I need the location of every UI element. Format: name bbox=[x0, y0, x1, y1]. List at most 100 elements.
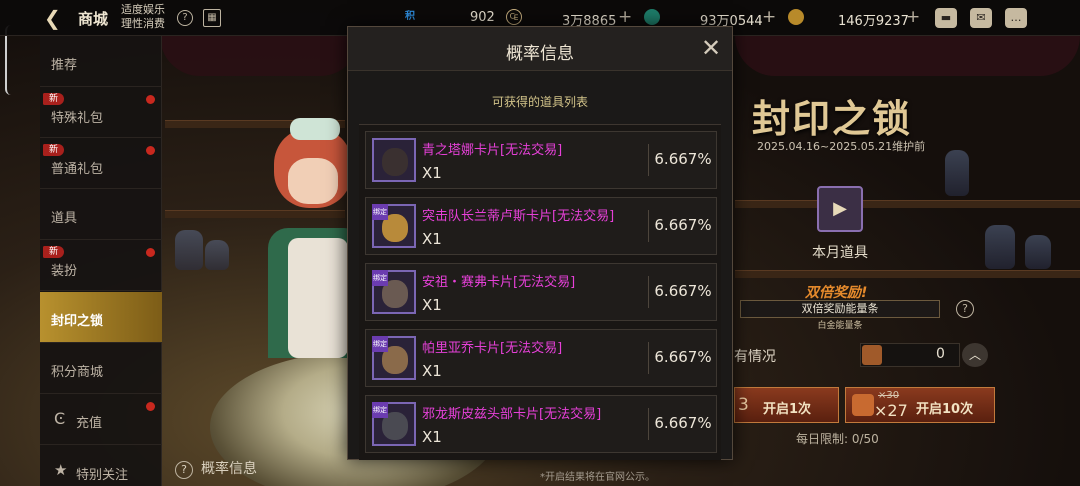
sidebar-item-items[interactable]: 道具 bbox=[40, 189, 162, 240]
question-icon: ? bbox=[175, 461, 193, 479]
card-icon bbox=[372, 138, 416, 182]
list-item[interactable]: 绑定 突击队长兰蒂卢斯卡片[无法交易] X1 6.667% bbox=[365, 197, 717, 255]
sidebar-item-avatar[interactable]: 新 装扮 bbox=[40, 240, 162, 291]
star-icon: ★ bbox=[54, 461, 68, 479]
sidebar-item-points-shop[interactable]: 积分商城 bbox=[40, 343, 162, 394]
gem-icon bbox=[644, 9, 660, 25]
add-coin-button[interactable]: + bbox=[906, 7, 920, 27]
daily-limit: 每日限制: 0/50 bbox=[796, 432, 879, 446]
portrait-icon bbox=[382, 148, 408, 176]
double-reward-title: 双倍奖励! bbox=[805, 285, 868, 301]
calendar-icon[interactable]: ▦ bbox=[203, 9, 221, 27]
add-gold-button[interactable]: + bbox=[618, 7, 632, 27]
card-icon: 绑定 bbox=[372, 270, 416, 314]
item-probability: 6.667% bbox=[654, 414, 712, 432]
chat-icon[interactable]: … bbox=[1005, 8, 1027, 28]
item-name: 帕里亚乔卡片[无法交易] bbox=[422, 341, 563, 356]
sidebar-item-normal-pack[interactable]: 新 普通礼包 bbox=[40, 138, 162, 189]
event-dates: 2025.04.16~2025.05.21维护前 bbox=[757, 140, 926, 153]
back-arrow-icon[interactable]: ❮ bbox=[44, 7, 68, 29]
status-label: 有情况 bbox=[734, 349, 776, 365]
sidebar-item-watchlist[interactable]: ★ 特别关注 bbox=[40, 445, 162, 486]
item-name: 青之塔娜卡片[无法交易] bbox=[422, 143, 563, 158]
jar bbox=[175, 230, 203, 270]
bind-tag: 绑定 bbox=[372, 402, 388, 418]
item-probability: 6.667% bbox=[654, 282, 712, 300]
carrot-icon bbox=[862, 345, 882, 365]
card-icon: 绑定 bbox=[372, 336, 416, 380]
result-footnote: *开启结果将在官网公示。 bbox=[540, 472, 655, 483]
list-item[interactable]: 青之塔娜卡片[无法交易] X1 6.667% bbox=[365, 131, 717, 189]
divider bbox=[648, 144, 649, 176]
jar bbox=[205, 240, 229, 270]
notification-dot bbox=[146, 402, 155, 411]
item-name: 邪龙斯皮兹头部卡片[无法交易] bbox=[422, 407, 602, 422]
health-notice: 适度娱乐 理性消费 bbox=[121, 3, 165, 30]
event-title: 封印之锁 bbox=[752, 96, 913, 141]
card-icon: 绑定 bbox=[372, 204, 416, 248]
dialog-title: 概率信息 bbox=[506, 44, 574, 64]
divider bbox=[648, 210, 649, 242]
coin-value: 146万9237 bbox=[838, 14, 909, 29]
add-gem-button[interactable]: + bbox=[762, 7, 776, 27]
item-list-subtitle: 可获得的道具列表 bbox=[491, 95, 588, 109]
list-item[interactable]: 绑定 邪龙斯皮兹头部卡片[无法交易] X1 6.667% bbox=[365, 395, 717, 453]
sidebar-item-recharge[interactable]: Ͼ 充值 bbox=[40, 394, 162, 445]
shelf bbox=[735, 270, 1080, 278]
item-quantity: X1 bbox=[422, 230, 442, 248]
notification-dot bbox=[146, 146, 155, 155]
bind-tag: 绑定 bbox=[372, 270, 388, 286]
bind-tag: 绑定 bbox=[372, 204, 388, 220]
sidebar-item-sealed-lock[interactable]: 封印之锁 bbox=[40, 292, 162, 343]
double-reward-bar: 双倍奖励能量条 bbox=[740, 300, 940, 318]
points-value: 902 bbox=[470, 10, 495, 25]
curtain-decoration bbox=[735, 36, 1080, 76]
item-quantity: X1 bbox=[422, 164, 442, 182]
notification-dot bbox=[146, 95, 155, 104]
jar bbox=[945, 150, 969, 196]
jar bbox=[985, 225, 1015, 269]
item-name: 安祖・赛弗卡片[无法交易] bbox=[422, 275, 576, 290]
list-item[interactable]: 绑定 帕里亚乔卡片[无法交易] X1 6.667% bbox=[365, 329, 717, 387]
bind-tag: 绑定 bbox=[372, 336, 388, 352]
jar bbox=[1025, 235, 1051, 269]
item-quantity: X1 bbox=[422, 428, 442, 446]
sidebar-item-recommend[interactable]: 推荐 bbox=[40, 36, 162, 87]
divider bbox=[648, 276, 649, 308]
status-value: 0 bbox=[936, 346, 945, 362]
shop-sidebar: 推荐 新 特殊礼包 新 普通礼包 道具 新 装扮 封印之锁 积分商城 Ͼ 充值 … bbox=[40, 36, 162, 486]
item-probability: 6.667% bbox=[654, 150, 712, 168]
recharge-icon: Ͼ bbox=[54, 409, 66, 428]
shop-title: 商城 bbox=[78, 10, 109, 28]
item-name: 突击队长兰蒂卢斯卡片[无法交易] bbox=[422, 209, 615, 224]
item-list[interactable]: 青之塔娜卡片[无法交易] X1 6.667% 绑定 突击队长兰蒂卢斯卡片[无法交易] X1… bbox=[359, 124, 721, 460]
open-once-button[interactable]: 3 开启1次 bbox=[734, 387, 839, 423]
mail-icon[interactable]: ✉ bbox=[970, 8, 992, 28]
item-quantity: X1 bbox=[422, 362, 442, 380]
double-reward-sub: 白金能量条 bbox=[817, 321, 863, 331]
coin-icon bbox=[788, 9, 804, 25]
curtain-decoration bbox=[160, 36, 360, 76]
item-probability: 6.667% bbox=[654, 348, 712, 366]
new-badge: 新 bbox=[43, 93, 65, 105]
chevron-up-icon[interactable]: ︿ bbox=[962, 343, 988, 367]
shelf bbox=[735, 200, 1080, 208]
open-ten-button[interactable]: ×30 ×27 开启10次 bbox=[845, 387, 995, 423]
monthly-item-icon[interactable]: ▶ bbox=[817, 186, 863, 232]
points-icon: 积 bbox=[405, 11, 415, 22]
new-badge: 新 bbox=[43, 246, 65, 258]
new-badge: 新 bbox=[43, 144, 65, 156]
probability-info-link[interactable]: ? 概率信息 bbox=[175, 458, 257, 479]
notification-dot bbox=[146, 248, 155, 257]
question-icon[interactable]: ? bbox=[956, 300, 974, 318]
probability-info-dialog: 概率信息 ✕ 可获得的道具列表 青之塔娜卡片[无法交易] X1 6.667% 绑定 突击… bbox=[347, 26, 733, 460]
gold-coin-icon: ₠ bbox=[506, 9, 522, 25]
sidebar-item-special-pack[interactable]: 新 特殊礼包 bbox=[40, 87, 162, 138]
close-icon[interactable]: ✕ bbox=[698, 35, 724, 61]
item-quantity: X1 bbox=[422, 296, 442, 314]
bag-icon[interactable]: ▬ bbox=[935, 8, 957, 28]
dialog-header: 概率信息 ✕ bbox=[348, 27, 732, 71]
list-item[interactable]: 绑定 安祖・赛弗卡片[无法交易] X1 6.667% bbox=[365, 263, 717, 321]
question-icon[interactable]: ? bbox=[177, 10, 193, 26]
card-icon: 绑定 bbox=[372, 402, 416, 446]
